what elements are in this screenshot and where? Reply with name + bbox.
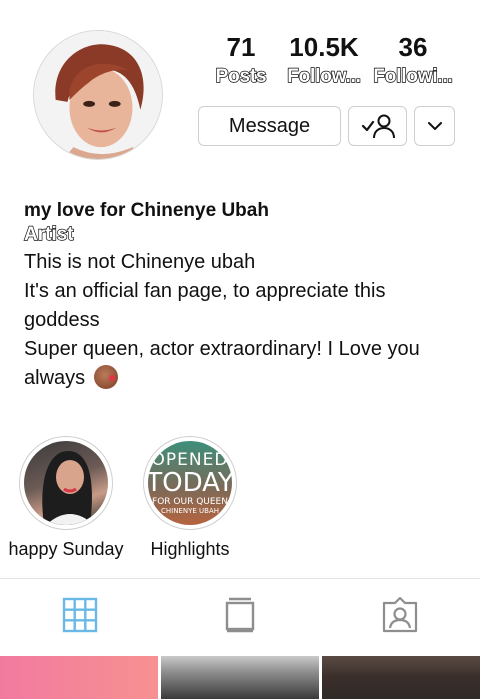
highlight-highlights[interactable]: OPENED TODAY FOR OUR QUEEN CHINENYE UBAH…: [142, 436, 238, 560]
profile-tabs: [0, 579, 480, 651]
highlight-ring: [19, 436, 113, 530]
profile-category[interactable]: Artist: [23, 222, 74, 248]
following-count: 36: [398, 32, 428, 62]
profile-avatar[interactable]: [33, 30, 163, 160]
post-thumbnail[interactable]: [322, 656, 480, 699]
chevron-down-icon: [427, 122, 442, 130]
avatar-photo: [34, 31, 162, 159]
tab-tagged[interactable]: [320, 579, 480, 651]
posts-grid: [0, 656, 480, 699]
posts-label: Posts: [215, 65, 267, 87]
profile-name: my love for Chinenye Ubah: [24, 200, 269, 221]
highlight-label: happy Sunday: [8, 539, 124, 559]
bio-line: This is not Chinenye ubah: [24, 251, 256, 273]
highlight-cover: OPENED TODAY FOR OUR QUEEN CHINENYE UBAH: [148, 441, 232, 525]
bio-line: goddess: [24, 309, 100, 331]
highlight-ring: OPENED TODAY FOR OUR QUEEN CHINENYE UBAH: [143, 436, 237, 530]
highlight-cover: [24, 441, 108, 525]
posts-stat[interactable]: 71 Posts: [210, 33, 272, 88]
kissing-face-emoji: [93, 365, 118, 389]
followers-stat[interactable]: 10.5K Follow...: [282, 33, 366, 88]
more-options-button[interactable]: [414, 106, 455, 146]
highlight-photo: [42, 451, 94, 525]
post-thumbnail[interactable]: [0, 656, 158, 699]
message-button-label: Message: [228, 114, 311, 137]
bio-line-text: always: [24, 367, 86, 389]
followers-count: 10.5K: [289, 32, 359, 62]
cover-text-line: CHINENYE UBAH: [160, 507, 219, 515]
bio-line-last: always: [24, 364, 464, 393]
message-button[interactable]: Message: [198, 106, 341, 146]
tagged-icon: [382, 597, 418, 633]
igtv-icon: [225, 597, 255, 633]
following-label: Followi...: [373, 65, 454, 87]
bio-line: Super queen, actor extraordinary! I Love…: [24, 338, 420, 360]
tab-igtv[interactable]: [160, 579, 320, 651]
following-button[interactable]: [348, 106, 407, 146]
following-stat[interactable]: 36 Followi...: [368, 33, 458, 88]
followers-label: Follow...: [287, 65, 362, 87]
cover-text-line: FOR OUR QUEEN: [152, 497, 228, 507]
bio-line: It's an official fan page, to appreciate…: [24, 280, 386, 302]
profile-bio: my love for Chinenye Ubah Artist This is…: [23, 200, 464, 393]
grid-icon: [62, 597, 98, 633]
cover-text-line: TODAY: [148, 468, 232, 498]
highlight-label: Highlights: [150, 539, 230, 559]
tab-posts-grid[interactable]: [0, 579, 160, 651]
posts-count: 71: [226, 32, 256, 62]
person-check-icon: [361, 114, 395, 139]
highlight-happy-sunday[interactable]: happy Sunday: [8, 436, 124, 560]
cover-text-line: OPENED: [151, 450, 229, 470]
post-thumbnail[interactable]: [161, 656, 319, 699]
